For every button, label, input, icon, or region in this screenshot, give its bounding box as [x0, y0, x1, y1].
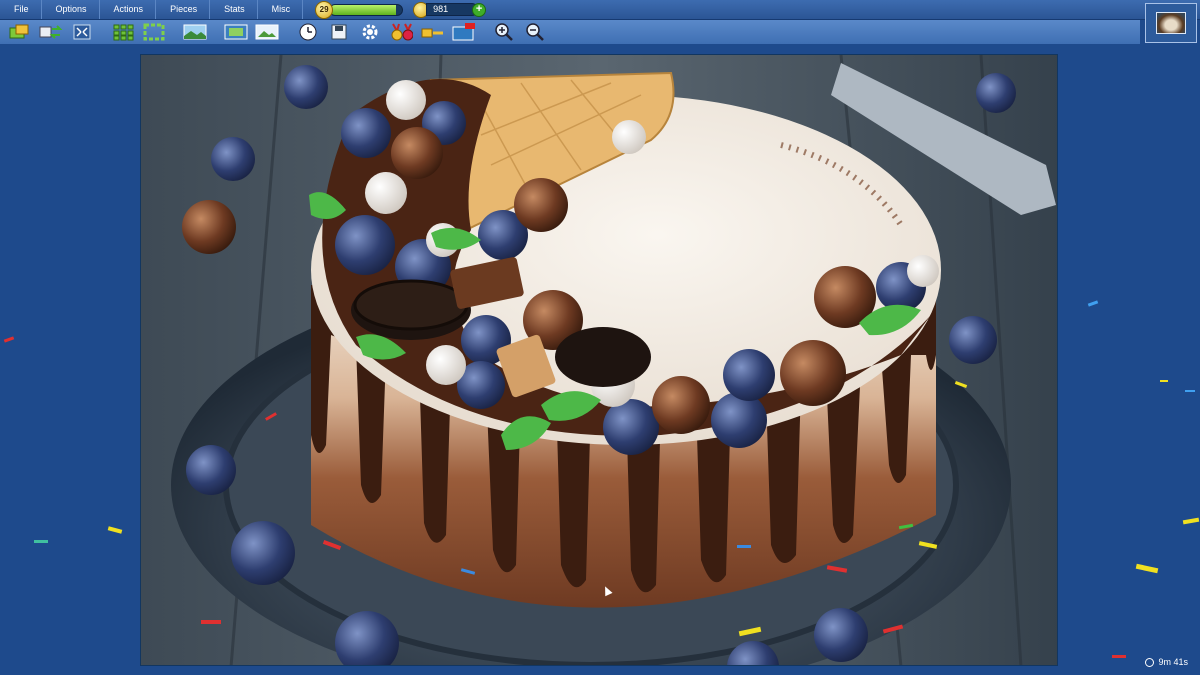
level-indicator: 29: [315, 0, 404, 19]
level-badge: 29: [315, 0, 334, 19]
confetti-piece: [737, 545, 751, 548]
puzzle-board[interactable]: [140, 54, 1058, 666]
menu-bar: File Options Actions Pieces Stats Misc 2…: [0, 0, 1200, 20]
zoom-out-icon[interactable]: [523, 22, 547, 42]
settings-gear-icon[interactable]: [358, 22, 382, 42]
elapsed-timer: 9m 41s: [1145, 657, 1188, 667]
confetti-piece: [1112, 655, 1126, 658]
elapsed-time: 9m 41s: [1158, 657, 1188, 667]
coin-count: 981: [426, 3, 479, 16]
confetti-piece: [201, 620, 221, 624]
confetti-piece: [1182, 517, 1200, 525]
confetti-piece: [1160, 380, 1168, 382]
coin-balance: 981 +: [413, 1, 487, 18]
menu-stats[interactable]: Stats: [210, 0, 258, 19]
zoom-in-icon[interactable]: [492, 22, 516, 42]
xp-progress-fill: [330, 4, 397, 15]
confetti-piece: [34, 540, 48, 543]
pieces-grid-icon[interactable]: [111, 22, 135, 42]
preview-thumbnail: [1156, 12, 1186, 34]
menu-pieces[interactable]: Pieces: [156, 0, 211, 19]
stopwatch-icon: [1145, 657, 1155, 667]
xp-progress-bar: [329, 3, 404, 16]
completed-puzzle-image: [141, 55, 1057, 665]
toolbar: [0, 20, 1140, 44]
photo-slideshow-icon[interactable]: [224, 22, 248, 42]
achievements-medal-icon[interactable]: [389, 22, 413, 42]
menu-file[interactable]: File: [0, 0, 42, 19]
confetti-piece: [1135, 563, 1159, 574]
swap-pieces-icon[interactable]: [39, 22, 63, 42]
save-disk-icon[interactable]: [327, 22, 351, 42]
menu-actions[interactable]: Actions: [100, 0, 157, 19]
menu-options[interactable]: Options: [42, 0, 100, 19]
confetti-piece: [1185, 390, 1195, 392]
background-landscape-icon[interactable]: [183, 22, 207, 42]
add-coins-button[interactable]: +: [472, 2, 487, 17]
gift-key-icon[interactable]: [420, 22, 444, 42]
menu-misc[interactable]: Misc: [258, 0, 304, 19]
shuffle-pieces-icon[interactable]: [8, 22, 32, 42]
confetti-piece: [3, 336, 15, 343]
confetti-piece: [1087, 300, 1099, 307]
picture-preview-icon[interactable]: [255, 22, 279, 42]
timer-clock-icon[interactable]: [296, 22, 320, 42]
puzzle-preview-button[interactable]: [1145, 3, 1197, 43]
confetti-piece: [107, 526, 123, 534]
fullscreen-icon[interactable]: [70, 22, 94, 42]
new-puzzles-icon[interactable]: [451, 22, 475, 42]
edge-pieces-icon[interactable]: [142, 22, 166, 42]
